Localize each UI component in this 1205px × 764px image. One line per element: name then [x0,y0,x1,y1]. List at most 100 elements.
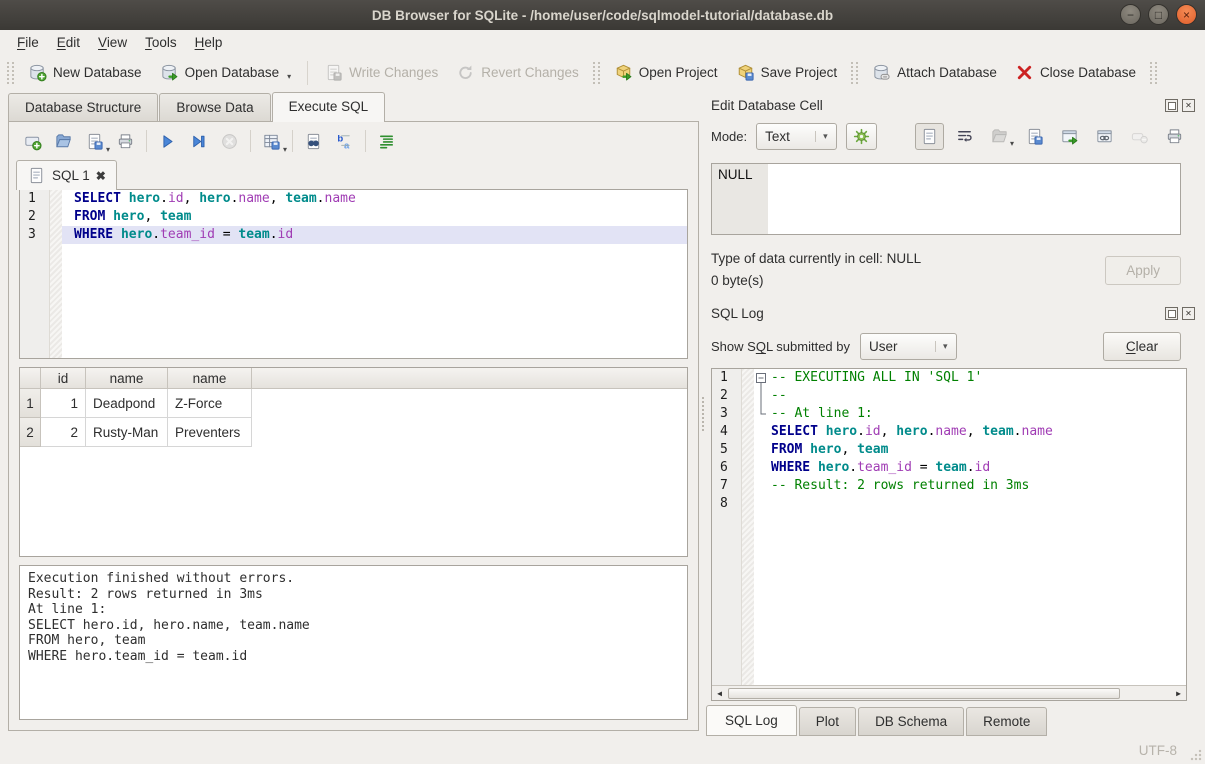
find-button[interactable] [300,128,327,154]
dock-tab-plot[interactable]: Plot [799,707,856,736]
token: , [184,191,200,206]
save-project-button[interactable]: Save Project [727,58,847,87]
copy-link-button[interactable] [1090,123,1119,150]
menu-help[interactable]: Help [186,32,232,53]
cell-settings-button[interactable] [846,123,877,150]
code-text: WHERE hero.team_id = team.id [62,226,687,244]
open-external-button[interactable] [1055,123,1084,150]
token: -- EXECUTING ALL IN 'SQL 1' [771,370,982,385]
revert-changes-label: Revert Changes [481,65,579,80]
panel-splitter[interactable] [699,91,706,736]
tab-browse-data[interactable]: Browse Data [159,93,270,121]
open-database-button[interactable]: Open Database▾ [151,58,301,87]
text-document-button[interactable] [915,123,944,150]
fold-open-icon[interactable] [754,369,769,387]
column-header-id[interactable]: id [41,368,86,389]
save-sql-file-button[interactable]: ▾ [81,128,108,154]
chevron-down-icon[interactable]: ▾ [283,145,287,155]
toolbar-drag-handle[interactable] [7,62,14,84]
menu-edit[interactable]: Edit [48,32,89,53]
chevron-down-icon[interactable]: ▾ [106,145,110,155]
line-number: 2 [20,208,49,226]
execute-current-line-icon [189,132,208,151]
toolbar-drag-handle[interactable] [851,62,858,84]
tab-database-structure[interactable]: Database Structure [8,93,158,121]
set-null-icon [1130,127,1149,146]
row-header[interactable]: 2 [20,418,41,447]
code-text: -- EXECUTING ALL IN 'SQL 1' [769,369,1186,387]
token: -- Result: 2 rows returned in 3ms [771,478,1029,493]
mode-dropdown[interactable]: Text ▾ [756,123,837,150]
save-results-button[interactable]: ▾ [258,128,285,154]
token: team_id [160,227,215,242]
print-cell-button[interactable] [1160,123,1189,150]
resize-grip[interactable] [1190,749,1202,761]
print-button[interactable] [112,128,139,154]
database-new-icon [28,63,47,82]
cell[interactable]: Z-Force [168,389,252,418]
clear-log-button[interactable]: Clear [1103,332,1181,361]
sql-editor[interactable]: 123 SELECT hero.id, hero.name, team.name… [19,189,688,359]
cell[interactable]: Deadpond [86,389,168,418]
submitter-dropdown[interactable]: User ▾ [860,333,957,360]
execute-current-line-button[interactable] [185,128,212,154]
close-tab-icon[interactable]: ✖ [96,169,106,183]
tab-sql-1[interactable]: SQL 1 ✖ [16,160,117,190]
results-corner-cell[interactable] [20,368,41,389]
token: . [967,460,975,475]
attach-database-button[interactable]: Attach Database [863,58,1006,87]
minimize-button[interactable]: − [1120,4,1141,25]
close-button[interactable]: × [1176,4,1197,25]
word-wrap-button[interactable] [950,123,979,150]
find-replace-button[interactable]: ba [331,128,358,154]
scrollbar-thumb[interactable] [728,688,1120,699]
column-header-name[interactable]: name [86,368,168,389]
scroll-right-icon[interactable]: ▶ [1171,689,1186,698]
open-sql-file-button[interactable] [50,128,77,154]
code-text [769,495,1186,513]
new-database-button[interactable]: New Database [19,58,151,87]
scroll-left-icon[interactable]: ◀ [712,689,727,698]
close-database-button[interactable]: Close Database [1006,58,1145,87]
dock-float-icon[interactable] [1165,307,1178,320]
toolbar-drag-handle[interactable] [1150,62,1157,84]
dock-tab-remote[interactable]: Remote [966,707,1047,736]
token: FROM [771,442,802,457]
menu-file[interactable]: File [8,32,48,53]
save-data-button[interactable] [1020,123,1049,150]
chevron-down-icon[interactable]: ▾ [287,72,291,82]
code-line: -- [754,387,1186,405]
new-tab-button[interactable] [19,128,46,154]
tab-execute-sql[interactable]: Execute SQL [272,92,386,122]
dock-close-icon[interactable]: ✕ [1182,307,1195,320]
column-header-name[interactable]: name [168,368,252,389]
revert-changes-button: Revert Changes [447,58,588,87]
cell[interactable]: Preventers [168,418,252,447]
dock-float-icon[interactable] [1165,99,1178,112]
maximize-button[interactable]: □ [1148,4,1169,25]
toolbar-drag-handle[interactable] [593,62,600,84]
menu-tools[interactable]: Tools [136,32,186,53]
cell-editor[interactable]: NULL [711,163,1181,235]
dock-tab-db-schema[interactable]: DB Schema [858,707,964,736]
code-text: -- Result: 2 rows returned in 3ms [769,477,1186,495]
menu-view[interactable]: View [89,32,136,53]
cell[interactable]: 2 [41,418,86,447]
format-sql-button[interactable] [373,128,400,154]
open-project-button[interactable]: Open Project [605,58,727,87]
cell[interactable]: Rusty-Man [86,418,168,447]
main-tab-bar: Database StructureBrowse DataExecute SQL [8,91,699,121]
save-data-icon [1025,127,1044,146]
title-bar[interactable]: DB Browser for SQLite - /home/user/code/… [0,0,1205,30]
results-grid[interactable]: idnamename11DeadpondZ-Force22Rusty-ManPr… [19,367,688,557]
row-header[interactable]: 1 [20,389,41,418]
svg-text:b: b [337,133,343,144]
dock-tab-sql-log[interactable]: SQL Log [706,705,797,736]
dock-close-icon[interactable]: ✕ [1182,99,1195,112]
save-results-icon [262,132,281,151]
cell[interactable]: 1 [41,389,86,418]
execute-all-button[interactable] [154,128,181,154]
sql-log-view[interactable]: 12345678 -- EXECUTING ALL IN 'SQL 1'----… [711,368,1187,701]
log-horizontal-scrollbar[interactable]: ◀ ▶ [712,685,1186,700]
line-number: 4 [712,423,741,441]
